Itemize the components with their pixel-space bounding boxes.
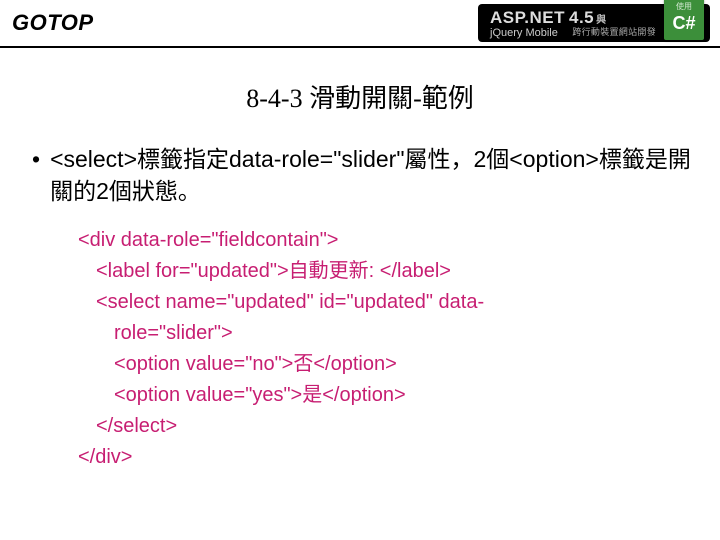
bullet-row: • <select>標籤指定data-role="slider"屬性，2個<op… [28,143,692,207]
badge-subtitle: 跨行動裝置網站開發 [572,25,656,38]
bullet-text: <select>標籤指定data-role="slider"屬性，2個<opti… [50,143,692,207]
slide-header: GOTOP ASP.NET 4.5 與 jQuery Mobile 跨行動裝置網… [0,0,720,48]
header-divider [0,46,720,48]
slide-content: • <select>標籤指定data-role="slider"屬性，2個<op… [0,143,720,473]
badge-amp: 與 [596,11,607,26]
code-line: </div> [78,442,692,473]
bullet-mark: • [32,143,40,175]
csharp-text: C# [672,14,695,32]
code-line: <option value="yes">是</option> [78,380,692,411]
code-line: <div data-role="fieldcontain"> [78,225,692,256]
badge-asp-prefix: ASP.NET [490,8,565,28]
use-label: 使用 [676,1,692,12]
code-line: <label for="updated">自動更新: </label> [78,256,692,287]
book-badge: ASP.NET 4.5 與 jQuery Mobile 跨行動裝置網站開發 使用… [478,4,710,42]
code-block: <div data-role="fieldcontain"> <label fo… [78,225,692,473]
code-line: <select name="updated" id="updated" data… [78,287,692,318]
gotop-logo: GOTOP [12,10,94,36]
code-line: </select> [78,411,692,442]
csharp-mark: 使用 C# [664,0,704,40]
slide-title: 8-4-3 滑動開關-範例 [0,78,720,115]
code-line: role="slider"> [78,318,692,349]
code-line: <option value="no">否</option> [78,349,692,380]
